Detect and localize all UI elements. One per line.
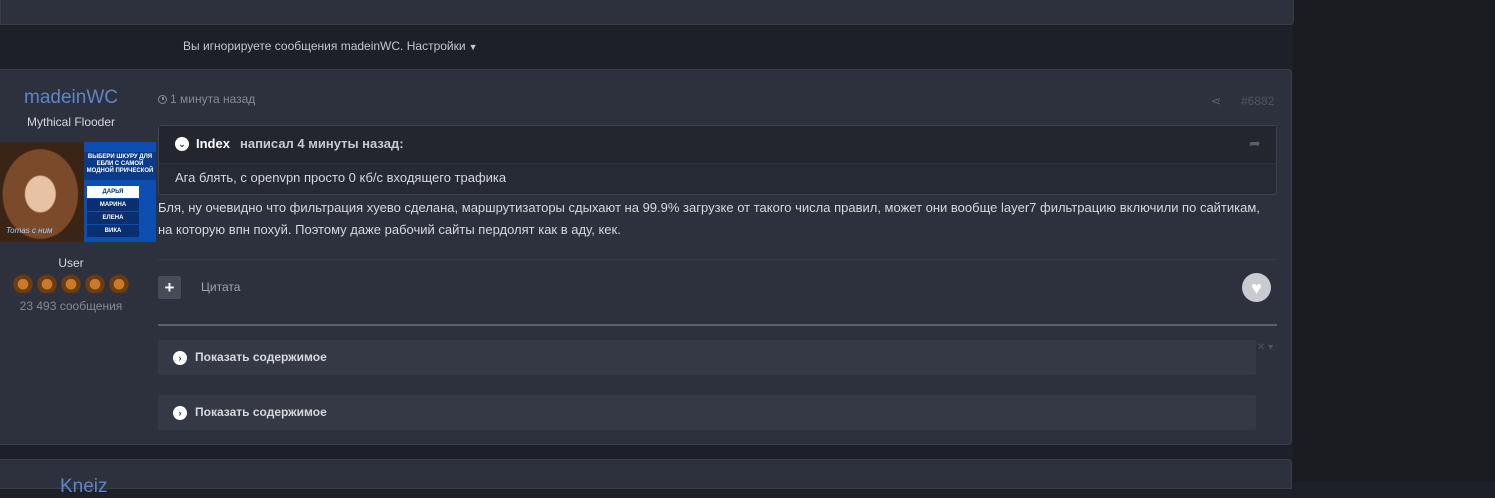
avatar-headline: ВЫБЕРИ ШКУРУ ДЛЯ ЕБЛИ С САМОЙ МОДНОЙ ПРИ…	[86, 154, 154, 174]
rank-badge-icon	[60, 271, 82, 293]
avatar-signature: Tomas с ним	[6, 226, 53, 235]
author-title: Mythical Flooder	[26, 115, 116, 129]
quote-text: Ага блять, с openvpn просто 0 кб/с входя…	[175, 170, 507, 185]
close-icon[interactable]: ✕ ▾	[1257, 342, 1273, 353]
author-group: User	[58, 256, 84, 270]
next-post-card: Kneiz	[0, 459, 1292, 497]
previous-post-card	[0, 0, 1294, 25]
plus-icon[interactable]: +	[158, 276, 181, 299]
ignored-user-notice: Вы игнорируете сообщения madeinWC. Настр…	[183, 39, 478, 53]
avatar-menu: ДАРЬЯ МАРИНА ЕЛЕНА ВИКА	[87, 186, 139, 238]
spoiler-label: Показать содержимое	[195, 350, 327, 364]
heart-icon[interactable]: ♥	[1242, 273, 1271, 302]
share-icon[interactable]: ⋖	[1211, 94, 1225, 108]
spoiler-toggle[interactable]: › Показать содержимое	[158, 340, 1256, 375]
avatar-menu-item: МАРИНА	[87, 199, 139, 211]
post-timestamp[interactable]: 1 минута назад	[158, 92, 255, 106]
rank-badge-icon	[108, 271, 130, 293]
quote-wrote-text: написал 4 минуты назад:	[240, 136, 404, 151]
avatar-menu-item: ДАРЬЯ	[87, 186, 139, 198]
reply-arrow-icon[interactable]: ➦	[1249, 135, 1261, 152]
post-time-text: 1 минута назад	[170, 92, 256, 106]
quote-button[interactable]: Цитата	[201, 280, 240, 294]
avatar-menu-item: ВИКА	[87, 225, 139, 237]
signature-divider	[158, 324, 1277, 326]
chevron-right-icon: ›	[173, 351, 187, 365]
avatar-menu-item: ЕЛЕНА	[87, 212, 139, 224]
right-sidebar-background	[1293, 0, 1495, 482]
spoiler-toggle[interactable]: › Показать содержимое	[158, 395, 1256, 430]
quote-header: ⌄ Index написал 4 минуты назад: ➦	[159, 126, 1276, 164]
post-content: Бля, ну очевидно что фильтрация хуево сд…	[158, 200, 1260, 237]
avatar[interactable]: ВЫБЕРИ ШКУРУ ДЛЯ ЕБЛИ С САМОЙ МОДНОЙ ПРИ…	[0, 142, 156, 242]
rank-badges	[10, 271, 134, 295]
ignore-settings-link[interactable]: Настройки ▼	[407, 39, 478, 53]
author-name-link[interactable]: madeinWC	[0, 87, 142, 109]
author-post-count: 23 493 сообщения	[19, 299, 123, 313]
forum-post: madeinWC Mythical Flooder ВЫБЕРИ ШКУРУ Д…	[0, 69, 1292, 445]
post-number-link[interactable]: #6882	[1241, 94, 1274, 108]
ignored-notice-text: Вы игнорируете сообщения madeinWC.	[183, 39, 404, 53]
divider	[158, 259, 1277, 260]
spoiler-label: Показать содержимое	[195, 405, 327, 419]
rank-badge-icon	[36, 271, 58, 293]
quote-block: ⌄ Index написал 4 минуты назад: ➦ Ага бл…	[158, 125, 1277, 195]
quote-author[interactable]: Index	[196, 136, 230, 151]
rank-badge-icon	[12, 271, 34, 293]
clock-icon	[158, 95, 167, 104]
chevron-right-icon: ›	[173, 406, 187, 420]
rank-badge-icon	[84, 271, 106, 293]
chevron-down-icon[interactable]: ⌄	[175, 137, 189, 151]
caret-down-icon: ▼	[468, 42, 478, 52]
next-author-name-link[interactable]: Kneiz	[60, 476, 108, 498]
